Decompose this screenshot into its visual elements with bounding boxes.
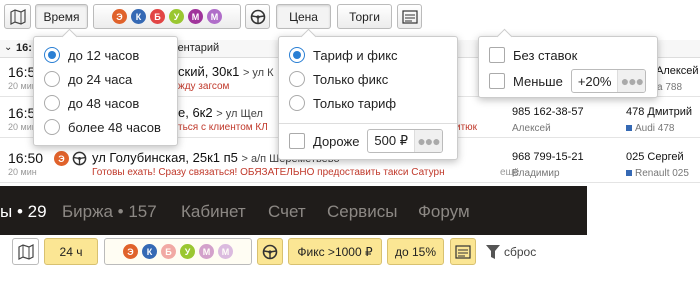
order-address: е, 6к2 > ул Щел [178,105,263,120]
nav-item-account[interactable]: Счет [268,202,306,222]
fix-price-chip[interactable]: Фикс >1000 ₽ [288,238,382,265]
class-minibus-icon[interactable]: М [207,9,222,24]
more-expensive-value[interactable]: 500 ₽ ●●● [367,129,443,153]
price-filter-popup: Тариф и фикс Только фикс Только тариф До… [278,36,458,160]
driver-name: 478 Дмитрий [626,106,693,118]
header-time[interactable]: 16: [16,42,32,54]
radio[interactable] [44,119,60,135]
order-time: 16:50 [8,150,44,166]
car-info: Renault 025 [626,168,689,179]
time-option-more-48h[interactable]: более 48 часов [44,119,161,135]
less-checkbox[interactable] [489,73,505,89]
nav-item-exchange[interactable]: Биржа • 157 [62,202,157,222]
note-icon [455,244,471,259]
more-options-icon[interactable]: ●●● [617,70,646,92]
time-filter-popup: до 12 часов до 24 часа до 48 часов более… [33,36,178,146]
time-option-24h[interactable]: до 24 часа [44,71,132,87]
class-economy-icon: Э [54,151,69,166]
no-bids-checkbox[interactable] [489,47,505,63]
comments-chip[interactable] [450,238,476,265]
client-name: Алексей [512,123,551,134]
price-option-tariff-fix[interactable]: Тариф и фикс [289,47,398,63]
nav-item-orders[interactable]: ы • 29 [0,202,47,222]
radio-selected[interactable] [289,47,305,63]
order-note: ться с клиентом КЛ [178,122,268,133]
order-address: ский, 30к1 > ул К [178,64,274,79]
driver-name: 025 Сергей [626,151,684,163]
time-option-48h[interactable]: до 48 часов [44,95,139,111]
steering-wheel-icon [72,151,87,166]
radio-selected[interactable] [44,47,60,63]
sort-chevron-icon[interactable]: ⌄ [4,42,12,53]
price-option-fix-only[interactable]: Только фикс [289,71,388,87]
more-expensive-amount: 500 ₽ [374,133,408,148]
price-filter-button[interactable]: Цена [276,4,331,29]
order-note: жду загсом [178,81,230,92]
less-value[interactable]: +20% ●●● [570,69,647,93]
driver-name: Алексей [656,65,699,77]
class-universal-icon[interactable]: У [169,9,184,24]
bids-less[interactable]: Меньше +20% ●●● [489,69,647,93]
map-icon [17,243,34,260]
class-minibus-icon[interactable]: М [218,244,233,259]
order-age: 20 мин [8,167,37,177]
class-comfort-icon[interactable]: К [142,244,157,259]
less-amount: +20% [577,73,612,89]
class-minivan-icon[interactable]: М [188,9,203,24]
steering-wheel-icon [262,244,278,259]
class-universal-icon[interactable]: У [180,244,195,259]
map-button[interactable] [12,238,39,265]
class-business-icon[interactable]: Б [150,9,165,24]
bids-chip[interactable]: до 15% [387,238,444,265]
map-button[interactable] [4,4,31,29]
nav-item-cabinet[interactable]: Кабинет [181,202,246,222]
car-color-icon [626,125,632,132]
time-filter-button[interactable]: Время [35,4,88,29]
radio[interactable] [44,71,60,87]
time-filter-chip[interactable]: 24 ч [44,238,98,265]
wheel-filter-button[interactable] [245,4,270,29]
divider [279,123,457,124]
class-minivan-icon[interactable]: М [199,244,214,259]
bids-no-bids[interactable]: Без ставок [489,47,577,63]
map-icon [9,8,26,25]
more-expensive-label: Дороже [313,133,360,149]
order-note-tail: итюк [455,122,478,133]
radio[interactable] [44,95,60,111]
car-class-filter[interactable]: Э К Б У М М [93,4,241,29]
class-business-icon[interactable]: Б [161,244,176,259]
class-economy-icon[interactable]: Э [123,244,138,259]
client-phone[interactable]: 968 799-15-21 [512,151,584,163]
bids-filter-button[interactable]: Торги [337,4,392,29]
radio[interactable] [289,95,305,111]
reset-label: сброс [504,245,537,259]
wheel-filter-chip[interactable] [257,238,283,265]
time-option-12h[interactable]: до 12 часов [44,47,139,63]
radio[interactable] [289,71,305,87]
order-time: 16:5 [8,105,36,121]
more-expensive-checkbox[interactable] [289,133,305,149]
bids-filter-popup: Без ставок Меньше +20% ●●● [478,36,658,98]
order-time: 16:5 [8,64,36,80]
client-name: Владимир [512,168,560,179]
comments-filter-button[interactable] [397,4,422,29]
class-comfort-icon[interactable]: К [131,9,146,24]
price-option-tariff-only[interactable]: Только тариф [289,95,396,111]
car-color-icon [626,170,632,177]
car-info: Audi 478 [626,123,674,134]
nav-item-forum[interactable]: Форум [418,202,470,222]
price-more-expensive[interactable]: Дороже 500 ₽ ●●● [289,129,443,153]
order-note: Готовы ехать! Сразу связаться! ОБЯЗАТЕЛЬ… [92,167,445,178]
main-nav: ы • 29 Биржа • 157 Кабинет Счет Сервисы … [0,186,587,235]
reset-filters-link[interactable]: сброс [486,244,536,260]
filter-icon [486,245,500,259]
less-label: Меньше [513,73,563,89]
more-options-icon[interactable]: ●●● [414,130,442,152]
steering-wheel-icon [250,9,265,24]
note-icon [401,9,418,24]
client-phone[interactable]: 985 162-38-57 [512,106,584,118]
car-class-filter[interactable]: Э К Б У М М [104,238,252,265]
class-economy-icon[interactable]: Э [112,9,127,24]
nav-item-services[interactable]: Сервисы [327,202,397,222]
